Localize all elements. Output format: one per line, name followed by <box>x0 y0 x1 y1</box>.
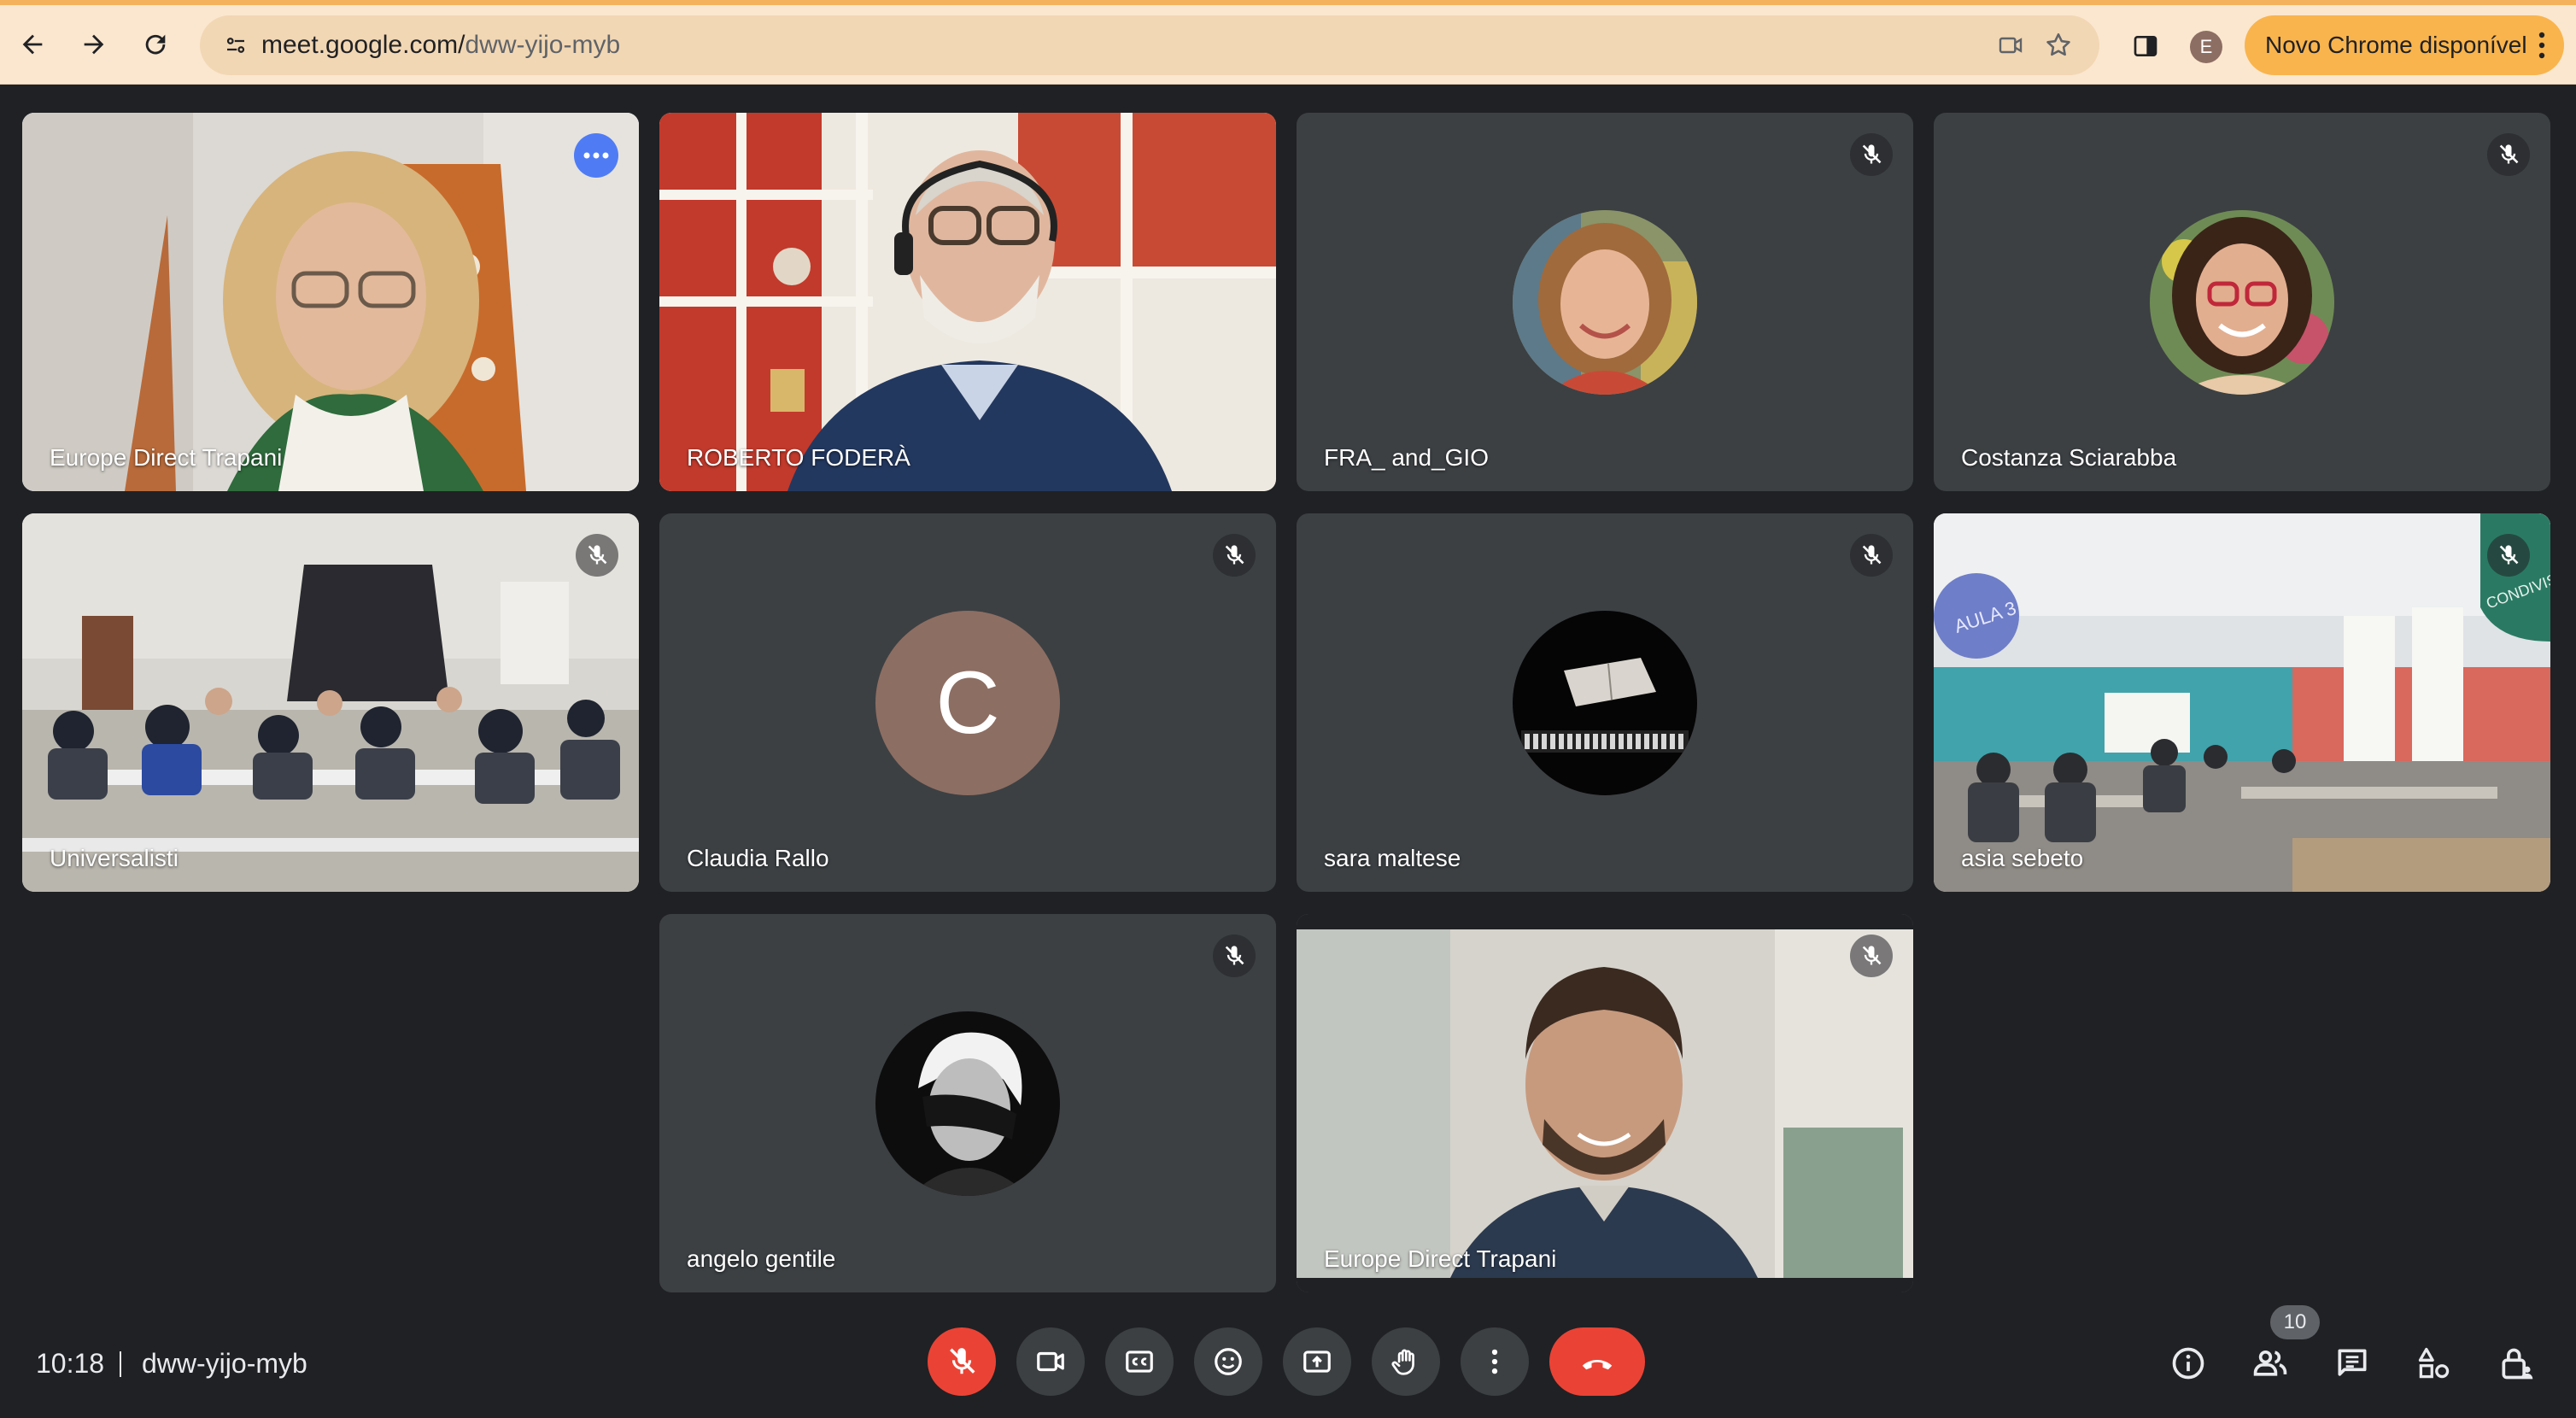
chrome-update-label: Novo Chrome disponível <box>2265 32 2527 58</box>
reload-icon <box>145 34 166 55</box>
mic-off-icon <box>2499 545 2519 565</box>
back-arrow-icon <box>22 34 43 55</box>
camera-in-use-icon[interactable] <box>1992 26 2029 64</box>
forward-arrow-icon <box>84 34 104 55</box>
mic-off-icon <box>1862 144 1882 164</box>
more-vert-icon <box>2538 32 2545 59</box>
mic-off-icon <box>588 545 607 565</box>
url-path: dww-yijo-myb <box>465 31 621 59</box>
chrome-update-button[interactable]: Novo Chrome disponível <box>2245 15 2564 75</box>
participant-tile[interactable]: C Claudia Rallo <box>659 513 1276 892</box>
participant-name: Costanza Sciarabba <box>1961 444 2177 471</box>
activities-shapes-icon <box>2418 1347 2450 1379</box>
mic-off-indicator <box>576 534 618 577</box>
leave-call-button[interactable] <box>1549 1327 1645 1396</box>
participant-avatar <box>2150 210 2334 395</box>
bottom-bar-separator <box>120 1351 121 1377</box>
participant-tile[interactable]: Universalisti <box>22 513 639 892</box>
participant-tile[interactable]: ROBERTO FODERÀ <box>659 113 1276 491</box>
participant-name: Claudia Rallo <box>687 845 829 871</box>
chat-button[interactable] <box>2328 1339 2376 1387</box>
captions-button[interactable] <box>1105 1327 1174 1396</box>
participant-tile[interactable]: Europe Direct Trapani <box>1297 914 1913 1292</box>
browser-toolbar: meet.google.com/dww-yijo-myb E Novo Chro… <box>0 5 2576 85</box>
call-end-icon <box>1582 1360 1613 1370</box>
mic-off-indicator <box>1850 935 1893 977</box>
participant-initial-avatar: C <box>875 611 1060 795</box>
side-panel-icon[interactable] <box>2125 26 2166 67</box>
participant-avatar <box>1513 611 1697 795</box>
present-screen-button[interactable] <box>1283 1327 1351 1396</box>
chat-icon <box>2338 1349 2367 1376</box>
participant-tile[interactable]: Costanza Sciarabba <box>1934 113 2550 491</box>
participant-tile[interactable]: AULA 3 CONDIVISI asia sebeto <box>1934 513 2550 892</box>
camera-icon <box>1037 1351 1064 1372</box>
meeting-clock: 10:18 <box>36 1348 105 1379</box>
emoji-icon <box>1215 1348 1242 1375</box>
participant-video <box>22 513 639 892</box>
mic-off-indicator <box>1850 133 1893 176</box>
people-button[interactable] <box>2246 1339 2294 1387</box>
participant-name: Europe Direct Trapani <box>50 444 283 471</box>
participant-tile[interactable]: sara maltese <box>1297 513 1913 892</box>
mic-off-icon <box>950 1348 975 1374</box>
closed-captions-icon <box>1126 1351 1153 1373</box>
camera-toggle-button[interactable] <box>1016 1327 1085 1396</box>
reload-button[interactable] <box>132 21 179 68</box>
mic-off-indicator <box>2487 133 2530 176</box>
info-icon <box>2172 1347 2204 1380</box>
reactions-button[interactable] <box>1194 1327 1262 1396</box>
site-info-icon[interactable] <box>212 21 260 69</box>
participant-name: sara maltese <box>1324 845 1461 871</box>
participant-name: angelo gentile <box>687 1245 836 1272</box>
participant-name: Universalisti <box>50 845 179 871</box>
forward-button[interactable] <box>70 21 118 68</box>
mic-off-icon <box>1862 946 1882 965</box>
tile-more-options-button[interactable] <box>574 133 618 178</box>
participant-tile[interactable]: Europe Direct Trapani <box>22 113 639 491</box>
mic-off-icon <box>1862 545 1882 565</box>
participant-video <box>659 113 1276 491</box>
participant-name: FRA_ and_GIO <box>1324 444 1489 471</box>
meeting-code: dww-yijo-myb <box>142 1348 307 1379</box>
lock-person-icon <box>2502 1348 2533 1380</box>
mic-off-icon <box>1225 946 1244 965</box>
url-host: meet.google.com/ <box>261 31 465 59</box>
profile-avatar[interactable]: E <box>2190 31 2222 63</box>
participant-avatar <box>1513 210 1697 395</box>
mic-off-icon <box>2499 144 2519 164</box>
mic-off-indicator <box>2487 534 2530 577</box>
address-bar[interactable]: meet.google.com/dww-yijo-myb <box>200 15 2099 75</box>
mic-off-icon <box>1225 545 1244 565</box>
bookmark-star-icon[interactable] <box>2040 26 2077 64</box>
participant-avatar <box>875 1011 1060 1196</box>
more-options-button[interactable] <box>1461 1327 1529 1396</box>
participant-name: ROBERTO FODERÀ <box>687 444 910 471</box>
mic-off-indicator <box>1213 935 1256 977</box>
mic-off-indicator <box>1850 534 1893 577</box>
mic-off-indicator <box>1213 534 1256 577</box>
present-to-all-icon <box>1303 1351 1331 1373</box>
activities-button[interactable] <box>2410 1339 2458 1387</box>
participant-name: asia sebeto <box>1961 845 2084 871</box>
people-icon <box>2253 1350 2287 1376</box>
participant-count-badge: 10 <box>2270 1305 2320 1339</box>
participant-tile[interactable]: angelo gentile <box>659 914 1276 1292</box>
back-button[interactable] <box>9 21 56 68</box>
microphone-toggle-button[interactable] <box>928 1327 996 1396</box>
participant-video: AULA 3 CONDIVISI <box>1934 513 2550 892</box>
host-controls-button[interactable] <box>2492 1339 2540 1387</box>
participant-tile[interactable]: FRA_ and_GIO <box>1297 113 1913 491</box>
more-vert-icon <box>1491 1349 1498 1374</box>
participant-name: Europe Direct Trapani <box>1324 1245 1557 1272</box>
hand-icon <box>1391 1349 1414 1375</box>
participant-video <box>22 113 639 491</box>
participant-video <box>1297 914 1913 1292</box>
url-text[interactable]: meet.google.com/dww-yijo-myb <box>261 30 620 61</box>
raise-hand-button[interactable] <box>1372 1327 1440 1396</box>
meeting-details-button[interactable] <box>2164 1339 2212 1387</box>
more-horiz-icon <box>583 152 609 159</box>
